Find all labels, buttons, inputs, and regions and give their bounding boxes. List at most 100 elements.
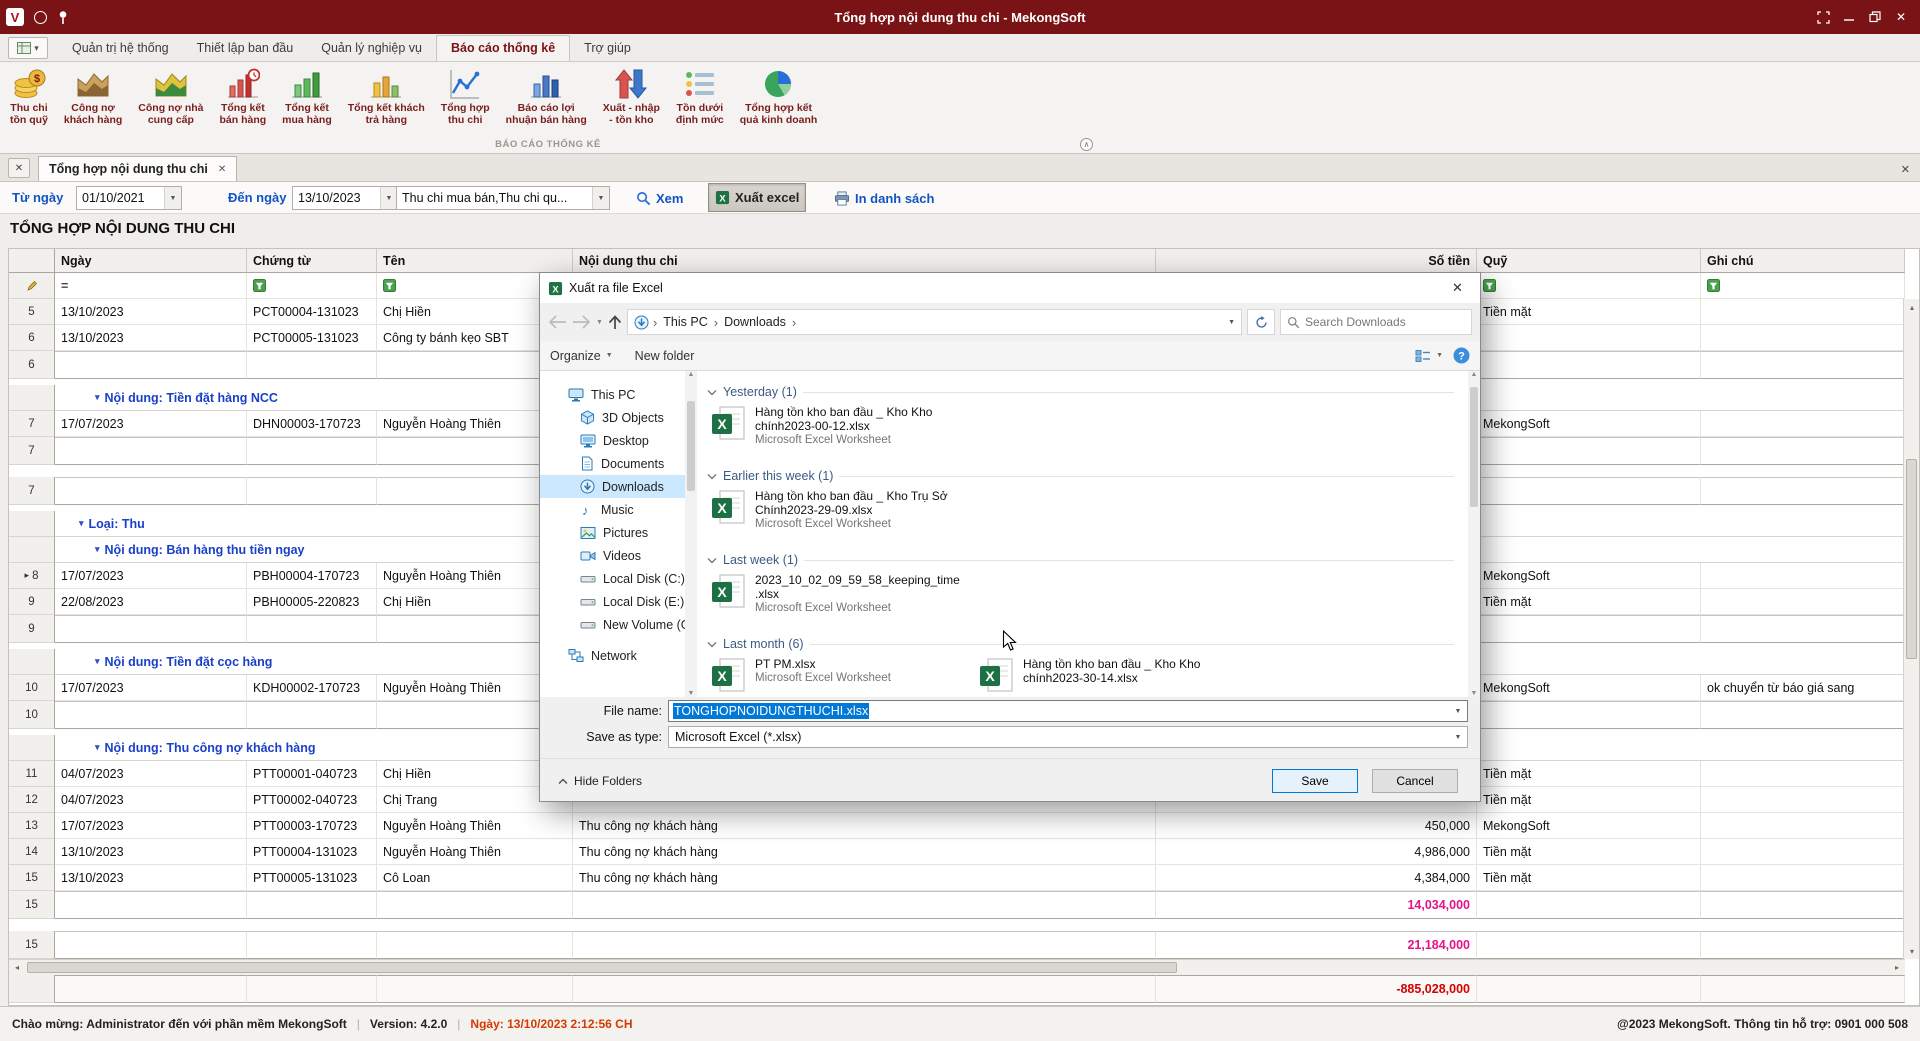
cell-ngay[interactable]: 04/07/2023 [55, 761, 247, 787]
cell-ngay[interactable] [55, 701, 247, 729]
row-indicator[interactable] [9, 537, 55, 563]
sidebar-item-local-disk-c-[interactable]: Local Disk (C:) [540, 567, 685, 590]
table-row-14[interactable]: 1413/10/2023PTT00004-131023Nguyễn Hoàng … [9, 839, 1905, 865]
group-expand-icon[interactable]: ▾ [95, 544, 100, 555]
cell-quy[interactable] [1477, 437, 1701, 465]
file-item[interactable]: XHàng tồn kho ban đầu _ Kho Kho chính202… [707, 403, 975, 457]
cell-ghichu[interactable] [1701, 891, 1905, 919]
sidebar-item-videos[interactable]: Videos [540, 544, 685, 567]
row-indicator[interactable]: 6 [9, 351, 55, 379]
ribbon-button-5[interactable]: Tổng kếtmua hàng [274, 63, 340, 135]
ribbon-button-6[interactable]: Tổng kết kháchtrả hàng [340, 63, 433, 135]
cell-quy[interactable]: Tiền mặt [1477, 761, 1701, 787]
file-group-header[interactable]: Yesterday (1) [707, 383, 1468, 401]
restore-button[interactable] [1862, 3, 1888, 31]
filter-icon[interactable] [1483, 279, 1496, 292]
quick-access-circle-icon[interactable] [34, 11, 47, 24]
cell-quy[interactable] [1477, 891, 1701, 919]
cell-chungtu[interactable] [247, 701, 377, 729]
ribbon-collapse-icon[interactable]: ∧ [1080, 138, 1093, 151]
horizontal-scrollbar[interactable]: ◂ ▸ [9, 959, 1905, 975]
column-header-chungtu[interactable]: Chứng từ [247, 249, 377, 273]
filter-icon[interactable] [383, 279, 396, 292]
tabbar-close-icon[interactable]: ✕ [1901, 163, 1910, 176]
sidebar-item-3d-objects[interactable]: 3D Objects [540, 406, 685, 429]
row-indicator[interactable]: 10 [9, 701, 55, 729]
row-indicator[interactable]: ▸8 [9, 563, 55, 589]
sidebar-item-downloads[interactable]: Downloads [540, 475, 685, 498]
column-header-ngay[interactable]: Ngày [55, 249, 247, 273]
filter-cell-ngay[interactable]: = [55, 273, 247, 299]
cell-ngay[interactable] [55, 477, 247, 505]
sidebar-item-documents[interactable]: Documents [540, 452, 685, 475]
cell-sotien[interactable]: 4,986,000 [1156, 839, 1477, 865]
cell-ghichu[interactable] [1701, 299, 1905, 325]
breadcrumb-this-pc[interactable]: This PC [661, 315, 709, 329]
filter-cell-quy[interactable] [1477, 273, 1701, 299]
vertical-scrollbar[interactable]: ▴ ▾ [1903, 299, 1919, 959]
forward-button[interactable] [572, 310, 591, 334]
cell-chungtu[interactable] [247, 931, 377, 959]
cell-quy[interactable]: MekongSoft [1477, 813, 1701, 839]
close-tab-icon[interactable]: ✕ [218, 164, 226, 175]
hide-folders-button[interactable]: Hide Folders [552, 769, 648, 793]
from-date-input[interactable]: 01/10/2021▼ [76, 186, 182, 210]
cell-noidung[interactable]: Thu công nợ khách hàng [573, 813, 1156, 839]
cell-quy[interactable] [1477, 615, 1701, 643]
cell-chungtu[interactable]: KDH00002-170723 [247, 675, 377, 701]
cell-ghichu[interactable] [1701, 325, 1905, 351]
cell-chungtu[interactable]: PTT00001-040723 [247, 761, 377, 787]
cell-ghichu[interactable] [1701, 615, 1905, 643]
cell-chungtu[interactable]: PBH00005-220823 [247, 589, 377, 615]
cell-chungtu[interactable]: PTT00003-170723 [247, 813, 377, 839]
cell-noidung[interactable] [573, 931, 1156, 959]
cell-quy[interactable] [1477, 477, 1701, 505]
cell-ghichu[interactable] [1701, 477, 1905, 505]
table-row-15[interactable]: 1513/10/2023PTT00005-131023Cô LoanThu cô… [9, 865, 1905, 891]
refresh-button[interactable] [1247, 309, 1275, 335]
cell-ngay[interactable] [55, 615, 247, 643]
sidebar-item-desktop[interactable]: Desktop [540, 429, 685, 452]
ribbon-button-1[interactable]: $Thu chitồn quỹ [2, 63, 56, 135]
view-button[interactable]: Xem [630, 184, 689, 212]
sidebar-item-new-volume-g-[interactable]: New Volume (G:) [540, 613, 685, 636]
filter-row-indicator[interactable] [9, 273, 55, 299]
ribbon-button-7[interactable]: Tổng hợpthu chi [433, 63, 498, 135]
sidebar-item-pictures[interactable]: Pictures [540, 521, 685, 544]
row-indicator[interactable]: 7 [9, 437, 55, 465]
save-type-select[interactable]: Microsoft Excel (*.xlsx) ▼ [668, 726, 1468, 748]
cancel-button[interactable]: Cancel [1372, 769, 1458, 793]
cell-chungtu[interactable]: DHN00003-170723 [247, 411, 377, 437]
row-indicator[interactable]: 15 [9, 931, 55, 959]
menu-tab-4[interactable]: Báo cáo thống kê [436, 35, 570, 61]
row-indicator[interactable]: 10 [9, 675, 55, 701]
fullscreen-button[interactable] [1810, 3, 1836, 31]
app-logo-icon[interactable]: V [6, 8, 24, 26]
cell-quy[interactable]: Tiền mặt [1477, 787, 1701, 813]
file-group-header[interactable]: Last week (1) [707, 551, 1468, 569]
cell-ngay[interactable]: 22/08/2023 [55, 589, 247, 615]
row-indicator[interactable]: 12 [9, 787, 55, 813]
tab-tong-hop-noi-dung-thu-chi[interactable]: Tổng hợp nội dung thu chi ✕ [38, 156, 237, 181]
ribbon-button-9[interactable]: Xuất - nhập- tồn kho [595, 63, 668, 135]
cell-chungtu[interactable]: PCT00005-131023 [247, 325, 377, 351]
file-item[interactable]: XHàng tồn kho ban đầu _ Kho Kho chính202… [975, 655, 1243, 697]
group-expand-icon[interactable]: ▾ [79, 518, 84, 529]
print-list-button[interactable]: In danh sách [828, 184, 940, 212]
cell-ghichu[interactable] [1701, 761, 1905, 787]
cell-quy[interactable] [1477, 351, 1701, 379]
sidebar-item-network[interactable]: Network [540, 644, 685, 667]
cell-noidung[interactable]: Thu công nợ khách hàng [573, 865, 1156, 891]
report-type-select[interactable]: Thu chi mua bán,Thu chi qu...▼ [396, 186, 610, 210]
cell-chungtu[interactable]: PCT00004-131023 [247, 299, 377, 325]
cell-quy[interactable] [1477, 701, 1701, 729]
ribbon-button-2[interactable]: Công nợkhách hàng [56, 63, 130, 135]
search-input[interactable]: Search Downloads [1280, 309, 1472, 335]
menu-tab-3[interactable]: Quản lý nghiệp vụ [307, 36, 436, 61]
menu-tab-1[interactable]: Quản trị hệ thống [58, 36, 183, 61]
row-indicator[interactable] [9, 249, 55, 273]
cell-quy[interactable]: MekongSoft [1477, 563, 1701, 589]
cell-ngay[interactable] [55, 891, 247, 919]
cell-ngay[interactable] [55, 975, 247, 1003]
cell-ghichu[interactable] [1701, 865, 1905, 891]
